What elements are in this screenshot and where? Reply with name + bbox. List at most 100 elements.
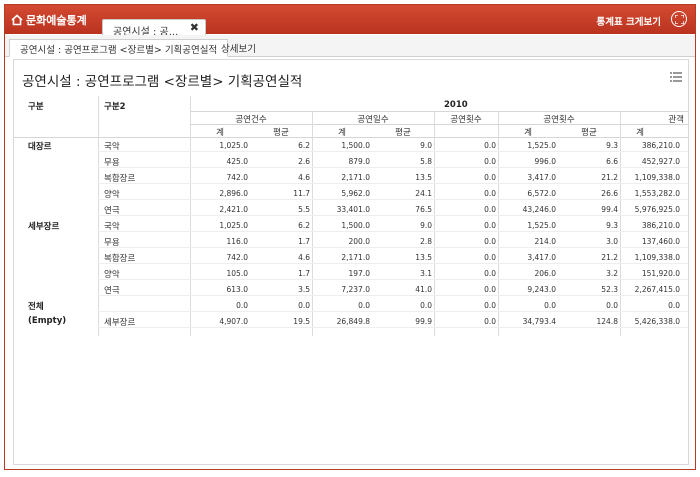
table-cell: 21.2 <box>601 253 618 262</box>
sub-tab-bar: 공연시설 : 공연프로그램 <장르별> 기획공연실적 상세보기 <box>5 35 695 57</box>
table-cell: 742.0 <box>226 173 248 182</box>
table-cell: 26,849.8 <box>336 317 370 326</box>
table-row: 양악 105.0 1.7 197.0 3.1 0.0 206.0 3.2 151,920.0 <box>14 268 688 280</box>
table-cell: 0.0 <box>484 221 496 230</box>
table-cell: 13.5 <box>415 173 432 182</box>
table-cell: 5,976,925.0 <box>634 205 680 214</box>
table-cell: 0.0 <box>484 173 496 182</box>
table-cell: 2,267,415.0 <box>634 285 680 294</box>
table-cell: 33,401.0 <box>336 205 370 214</box>
table-cell: 5.8 <box>420 157 432 166</box>
table-cell: 1,025.0 <box>219 141 248 150</box>
table-cell: 43,246.0 <box>522 205 556 214</box>
table-cell: 2.8 <box>420 237 432 246</box>
subtab-report[interactable]: 공연시설 : 공연프로그램 <장르별> 기획공연실적 <box>9 39 229 57</box>
table-row: 세부장르 국악 1,025.0 6.2 1,500.0 9.0 0.0 1,525.0 9.3 3… <box>14 220 688 232</box>
home-label: 문화예술통계 <box>26 14 87 27</box>
home-link[interactable]: 문화예술통계 <box>11 12 87 28</box>
table-cell: 26.6 <box>601 189 618 198</box>
table-row: (Empty) 세부장르 4,907.0 19.5 26,849.8 99.9 0.0 34,… <box>14 316 688 328</box>
table-cell: 996.0 <box>534 157 556 166</box>
table-cell: 1,553,282.0 <box>634 189 680 198</box>
table-row: 양악 2,896.0 11.7 5,962.0 24.1 0.0 6,572.0 26.6 1,… <box>14 188 688 200</box>
table-cell: 200.0 <box>348 237 370 246</box>
subtab-detail[interactable]: 상세보기 <box>211 39 266 57</box>
table-cell: 99.9 <box>415 317 432 326</box>
top-bar: 문화예술통계 공연시설 : 공... ✖ 통계표 크게보기 <box>5 5 695 38</box>
table-row: 연극 613.0 3.5 7,237.0 41.0 0.0 9,243.0 52.3 2,267… <box>14 284 688 296</box>
table-cell: 2,421.0 <box>219 205 248 214</box>
table-cell: 386,210.0 <box>641 221 680 230</box>
table-cell: 9,243.0 <box>527 285 556 294</box>
table-cell: 1,025.0 <box>219 221 248 230</box>
table-cell: 0.0 <box>484 189 496 198</box>
table-cell: 3,417.0 <box>527 173 556 182</box>
table-cell: 11.7 <box>293 189 310 198</box>
table-cell: 0.0 <box>484 269 496 278</box>
table-row: 복합장르 742.0 4.6 2,171.0 13.5 0.0 3,417.0 21.2 1,1… <box>14 172 688 184</box>
table-cell: 19.5 <box>293 317 310 326</box>
table-cell: 5.5 <box>298 205 310 214</box>
table-row: 전체 0.0 0.0 0.0 0.0 0.0 0.0 0.0 0.0 <box>14 300 688 312</box>
table-cell: 9.3 <box>606 221 618 230</box>
table-cell: 2,896.0 <box>219 189 248 198</box>
table-cell: 1,109,338.0 <box>634 253 680 262</box>
table-cell: 124.8 <box>596 317 618 326</box>
table-cell: 6.2 <box>298 141 310 150</box>
table-cell: 1.7 <box>298 269 310 278</box>
table-cell: 21.2 <box>601 173 618 182</box>
table-cell: 3.0 <box>606 237 618 246</box>
report-title: 공연시설 : 공연프로그램 <장르별> 기획공연실적 <box>22 74 303 90</box>
table-cell: 6.6 <box>606 157 618 166</box>
table-row: 대장르 국악 1,025.0 6.2 1,500.0 9.0 0.0 1,525.0 9.3 38… <box>14 140 688 152</box>
table-cell: 2,171.0 <box>341 173 370 182</box>
table-cell: 41.0 <box>415 285 432 294</box>
table-cell: 1,525.0 <box>527 141 556 150</box>
table-cell: 0.0 <box>484 285 496 294</box>
table-cell: 452,927.0 <box>641 157 680 166</box>
table-cell: 0.0 <box>484 205 496 214</box>
table-cell: 0.0 <box>484 317 496 326</box>
table-cell: 0.0 <box>298 301 310 310</box>
table-cell: 206.0 <box>534 269 556 278</box>
table-cell: 0.0 <box>668 301 680 310</box>
table-row: 연극 2,421.0 5.5 33,401.0 76.5 0.0 43,246.0 99.4 5… <box>14 204 688 216</box>
table-cell: 6.2 <box>298 221 310 230</box>
view-big-button[interactable]: 통계표 크게보기 <box>597 14 662 28</box>
table-cell: 0.0 <box>358 301 370 310</box>
table-cell: 52.3 <box>601 285 618 294</box>
table-cell: 1,525.0 <box>527 221 556 230</box>
table-cell: 4,907.0 <box>219 317 248 326</box>
table-row: 무용 425.0 2.6 879.0 5.8 0.0 996.0 6.6 452,927.0 <box>14 156 688 168</box>
report-panel: 공연시설 : 공연프로그램 <장르별> 기획공연실적 구분 구분2 2010 공… <box>13 59 689 465</box>
table-cell: 5,426,338.0 <box>634 317 680 326</box>
table-cell: 0.0 <box>484 141 496 150</box>
close-icon[interactable]: ✖ <box>190 21 199 34</box>
expand-icon[interactable] <box>671 11 687 27</box>
table-cell: 0.0 <box>484 157 496 166</box>
row-group-label: (Empty) <box>28 316 67 326</box>
table-cell: 76.5 <box>415 205 432 214</box>
table-cell: 425.0 <box>226 157 248 166</box>
header-col2: 구분2 <box>104 102 126 112</box>
row-group-label: 전체 <box>28 302 44 312</box>
table-cell: 9.0 <box>420 221 432 230</box>
table-cell: 1,109,338.0 <box>634 173 680 182</box>
table-cell: 6,572.0 <box>527 189 556 198</box>
table-cell: 151,920.0 <box>641 269 680 278</box>
table-row: 무용 116.0 1.7 200.0 2.8 0.0 214.0 3.0 137,460.0 <box>14 236 688 248</box>
table-cell: 3,417.0 <box>527 253 556 262</box>
table-cell: 9.0 <box>420 141 432 150</box>
list-menu-icon[interactable] <box>670 72 682 82</box>
table-row: 복합장르 742.0 4.6 2,171.0 13.5 0.0 3,417.0 21.2 1,1… <box>14 252 688 264</box>
table-cell: 742.0 <box>226 253 248 262</box>
table-cell: 613.0 <box>226 285 248 294</box>
table-cell: 1,500.0 <box>341 141 370 150</box>
table-cell: 4.6 <box>298 173 310 182</box>
table-cell: 4.6 <box>298 253 310 262</box>
table-cell: 879.0 <box>348 157 370 166</box>
app-window: 문화예술통계 공연시설 : 공... ✖ 통계표 크게보기 공연시설 : 공연프… <box>4 4 696 470</box>
table-cell: 5,962.0 <box>341 189 370 198</box>
table-cell: 0.0 <box>606 301 618 310</box>
table-cell: 3.5 <box>298 285 310 294</box>
